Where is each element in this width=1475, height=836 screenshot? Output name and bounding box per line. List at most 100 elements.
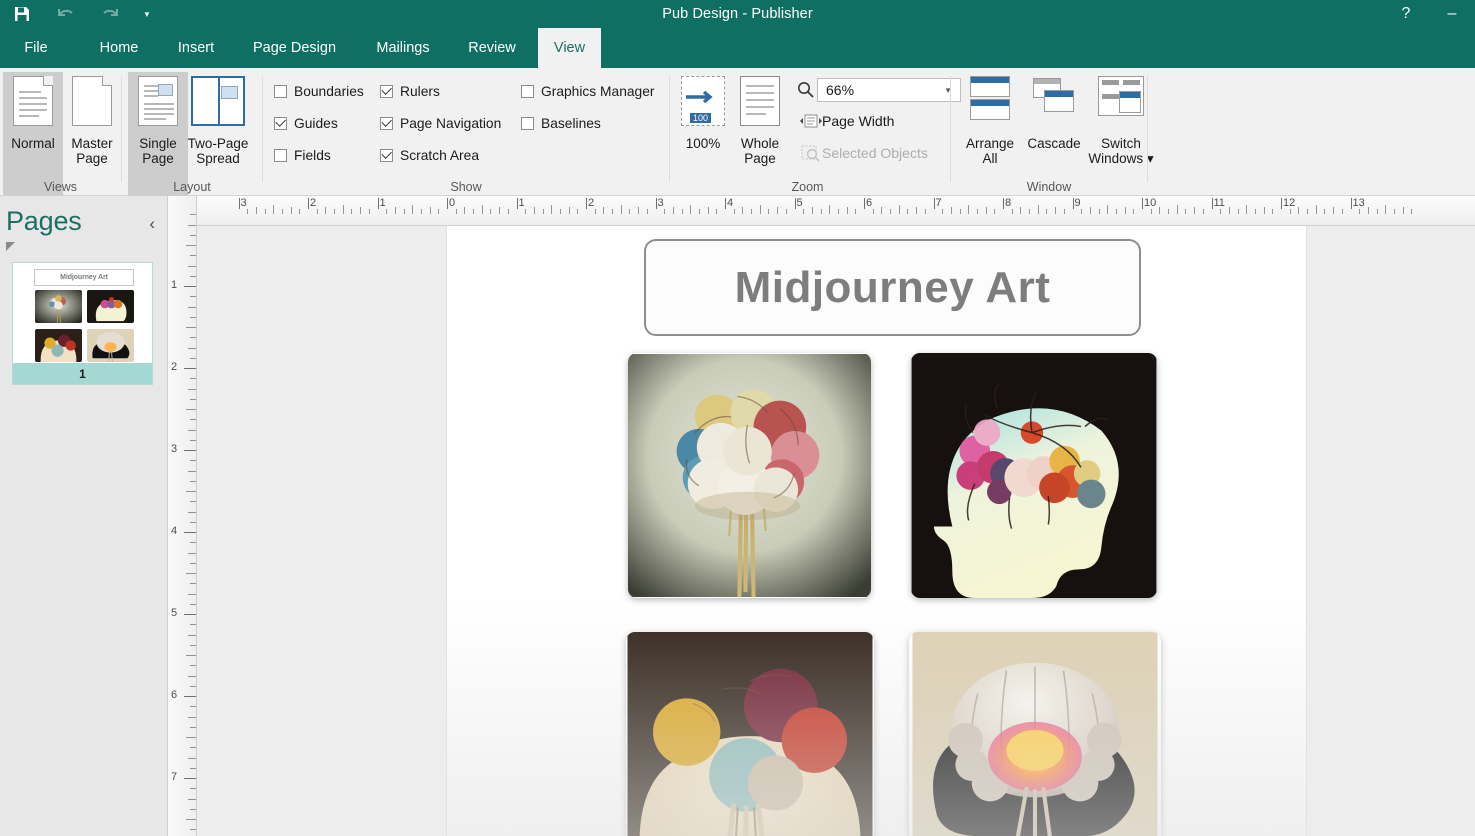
h-ruler-minor-tick — [1254, 209, 1256, 214]
graphics-manager-checkbox-box[interactable] — [521, 84, 534, 98]
h-ruler-minor-tick — [1272, 209, 1274, 214]
h-ruler-label: 7 — [935, 197, 942, 209]
tab-view[interactable]: View — [538, 28, 601, 68]
h-ruler-minor-tick — [1402, 207, 1404, 214]
help-button[interactable]: ? — [1383, 0, 1429, 28]
h-ruler-minor-tick — [1098, 209, 1100, 214]
tab-home[interactable]: Home — [82, 28, 156, 68]
h-ruler-minor-tick — [985, 207, 987, 214]
h-ruler-major-tick — [238, 198, 240, 209]
h-ruler-minor-tick — [1133, 209, 1135, 214]
artwork-glowing-brain-black-silhouette[interactable] — [909, 632, 1161, 836]
tab-mailings[interactable]: Mailings — [360, 28, 446, 68]
v-ruler-minor-tick — [188, 552, 196, 554]
h-ruler-minor-tick — [742, 207, 744, 214]
ribbon-group-zoom: 100 100% Whole Page 66% ▼ Page Width Sel… — [670, 68, 961, 196]
page-thumbnail-number: 1 — [13, 363, 152, 384]
h-ruler-major-tick — [308, 198, 309, 209]
checkbox-page-navigation[interactable]: Page Navigation — [380, 112, 501, 134]
page-sheet[interactable]: Midjourney Art — [447, 226, 1306, 836]
h-ruler-minor-tick — [1081, 209, 1083, 214]
tab-page-design[interactable]: Page Design — [235, 28, 354, 68]
pages-panel-collapse-button[interactable]: ‹ — [149, 214, 155, 234]
horizontal-ruler[interactable]: 3 2 1 0 1 2 3 4 5 6 7 8 9 10 11 12 13 — [197, 196, 1475, 226]
scratch-area-checkbox-box[interactable] — [380, 148, 393, 162]
h-ruler-minor-tick — [316, 209, 318, 214]
h-ruler-label: 3 — [657, 197, 664, 209]
h-ruler-minor-tick — [603, 207, 605, 214]
h-ruler-minor-tick — [612, 209, 614, 214]
guides-checkbox-box[interactable] — [274, 116, 287, 130]
page-navigation-checkbox-box[interactable] — [380, 116, 393, 130]
v-ruler-minor-tick — [188, 265, 196, 267]
h-ruler-major-tick — [655, 198, 657, 209]
v-ruler-minor-tick — [190, 665, 196, 667]
h-ruler-minor-tick — [916, 207, 918, 214]
h-ruler-minor-tick — [968, 205, 970, 214]
h-ruler-major-tick — [933, 198, 935, 209]
h-ruler-label: 11 — [1213, 197, 1225, 209]
h-ruler-minor-tick — [803, 209, 805, 214]
h-ruler-major-tick — [864, 198, 865, 209]
artwork-cream-head-textured-spheres[interactable] — [626, 632, 874, 836]
h-ruler-label: 2 — [310, 197, 317, 209]
zoom-level-value: 66% — [826, 82, 855, 98]
ribbon-group-layout-label: Layout — [173, 180, 211, 194]
zoom-level-combobox[interactable]: 66% ▼ — [817, 78, 961, 102]
h-ruler-minor-tick — [455, 209, 457, 214]
normal-page-icon — [13, 76, 53, 134]
v-ruler-major-tick — [184, 368, 196, 369]
ribbon-tabs: File Home Insert Page Design Mailings Re… — [0, 28, 1475, 68]
tab-file[interactable]: File — [14, 28, 58, 68]
page-thumbnail-1[interactable]: Midjourney Art 1 — [12, 262, 153, 385]
artwork-head-profile-berries[interactable] — [911, 353, 1157, 598]
h-ruler-minor-tick — [481, 205, 483, 214]
divider-window-end — [1147, 76, 1148, 182]
checkbox-rulers[interactable]: Rulers — [380, 80, 440, 102]
v-ruler-minor-tick — [190, 542, 196, 544]
tab-review[interactable]: Review — [452, 28, 532, 68]
h-ruler-minor-tick — [768, 209, 770, 214]
baselines-checkbox-box[interactable] — [521, 116, 534, 130]
h-ruler-minor-tick — [394, 207, 396, 214]
artwork-brain-spheres-sage[interactable] — [628, 353, 871, 598]
h-ruler-minor-tick — [1359, 209, 1361, 214]
checkbox-baselines[interactable]: Baselines — [521, 112, 601, 134]
h-ruler-minor-tick — [1115, 209, 1117, 214]
v-ruler-minor-tick — [190, 255, 196, 257]
page-thumbnail-preview: Midjourney Art — [13, 263, 152, 365]
vertical-ruler[interactable]: 1 2 3 4 5 6 7 — [168, 196, 197, 836]
tab-insert[interactable]: Insert — [163, 28, 229, 68]
fields-checkbox-box[interactable] — [274, 148, 287, 162]
h-ruler-minor-tick — [1228, 207, 1230, 214]
h-ruler-minor-tick — [1246, 205, 1248, 214]
document-canvas[interactable]: Midjourney Art — [197, 226, 1475, 836]
minimize-button[interactable]: – — [1429, 0, 1475, 28]
selected-objects-icon — [800, 144, 822, 162]
h-ruler-minor-tick — [820, 209, 822, 214]
arrange-all-label-2: All — [982, 151, 998, 166]
v-ruler-minor-tick — [188, 429, 196, 431]
pages-panel: Pages ‹ Midjourney Art 1 — [0, 196, 168, 836]
h-ruler-minor-tick — [1124, 207, 1126, 214]
h-ruler-minor-tick — [325, 207, 327, 214]
checkbox-graphics-manager[interactable]: Graphics Manager — [521, 80, 655, 102]
checkbox-guides[interactable]: Guides — [274, 112, 338, 134]
rulers-checkbox-box[interactable] — [380, 84, 393, 98]
selected-objects-label: Selected Objects — [822, 145, 928, 161]
v-ruler-label: 1 — [171, 279, 178, 291]
v-ruler-minor-tick — [190, 234, 196, 236]
h-ruler-minor-tick — [942, 209, 944, 214]
h-ruler-minor-tick — [1298, 207, 1300, 214]
document-title-textbox[interactable]: Midjourney Art — [644, 239, 1141, 336]
checkbox-fields[interactable]: Fields — [274, 144, 331, 166]
checkbox-scratch-area[interactable]: Scratch Area — [380, 144, 479, 166]
checkbox-boundaries[interactable]: Boundaries — [274, 80, 364, 102]
v-ruler-minor-tick — [186, 327, 196, 328]
h-ruler-minor-tick — [1046, 209, 1048, 214]
h-ruler-minor-tick — [1289, 209, 1291, 214]
h-ruler-major-tick — [1211, 198, 1213, 209]
boundaries-checkbox-box[interactable] — [274, 84, 287, 98]
pages-section-arrow-icon[interactable] — [6, 242, 15, 251]
page-width-button[interactable]: Page Width — [800, 110, 894, 132]
